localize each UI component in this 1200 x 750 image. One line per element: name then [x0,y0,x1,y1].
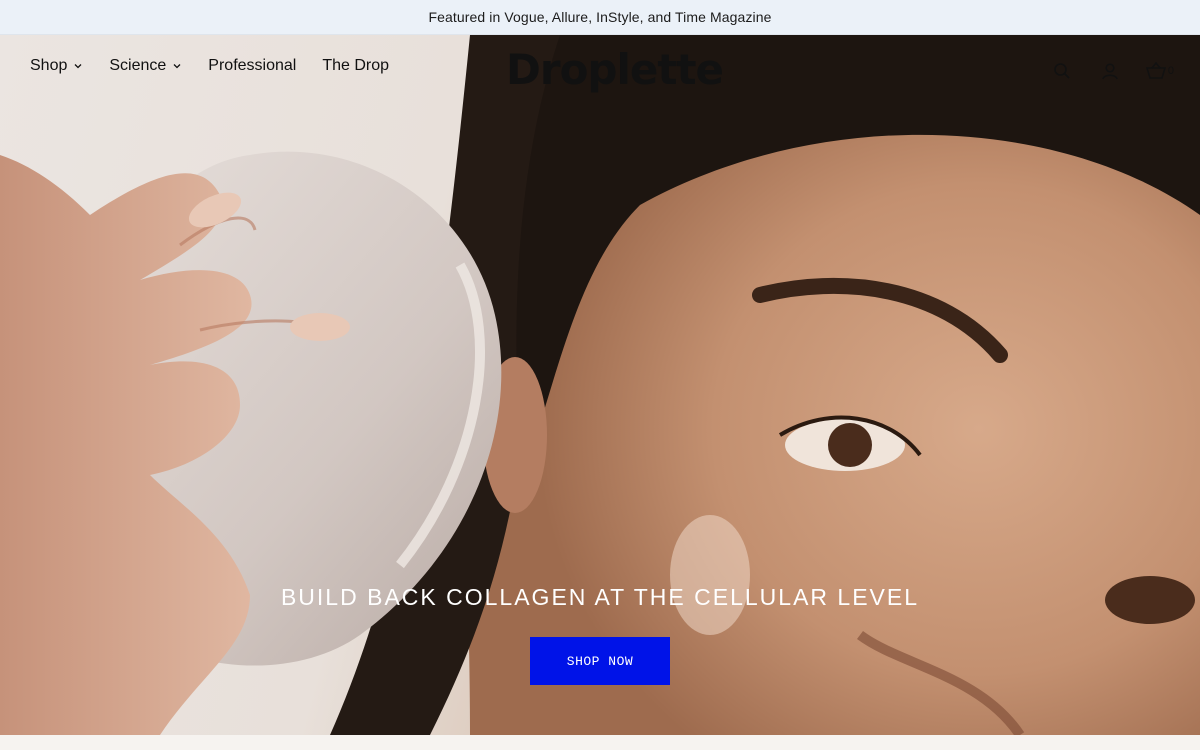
main-nav: Shop Science Professional The Drop [30,57,415,75]
nav-shop[interactable]: Shop [30,57,83,75]
hero-banner [0,35,1200,735]
search-button[interactable] [1050,59,1074,83]
nav-science-label: Science [109,57,167,74]
cart-icon [1145,62,1166,79]
account-icon [1102,63,1118,80]
account-button[interactable] [1098,59,1122,83]
nav-science[interactable]: Science [109,57,182,75]
nav-professional[interactable]: Professional [208,57,296,75]
nav-shop-label: Shop [30,57,68,74]
search-icon [1054,63,1070,79]
header-icons: 0 [1026,59,1174,83]
hero-image [0,35,1200,735]
chevron-down-icon [74,64,82,69]
site-logo[interactable]: Droplette [506,45,724,94]
announcement-text: Featured in Vogue, Allure, InStyle, and … [428,9,772,25]
hero-headline: BUILD BACK COLLAGEN AT THE CELLULAR LEVE… [280,584,920,610]
nav-professional-label: Professional [208,57,297,74]
cart-count-badge: 0 [1167,65,1174,77]
page-divider [0,735,1200,750]
shop-now-button[interactable]: SHOP NOW [530,637,670,685]
announcement-bar: Featured in Vogue, Allure, InStyle, and … [0,0,1200,35]
nav-the-drop-label: The Drop [322,57,390,74]
chevron-down-icon [173,64,181,69]
nav-the-drop[interactable]: The Drop [322,57,389,75]
cart-button[interactable]: 0 [1145,59,1174,83]
site-header: Shop Science Professional The Drop Dropl… [0,35,1200,103]
